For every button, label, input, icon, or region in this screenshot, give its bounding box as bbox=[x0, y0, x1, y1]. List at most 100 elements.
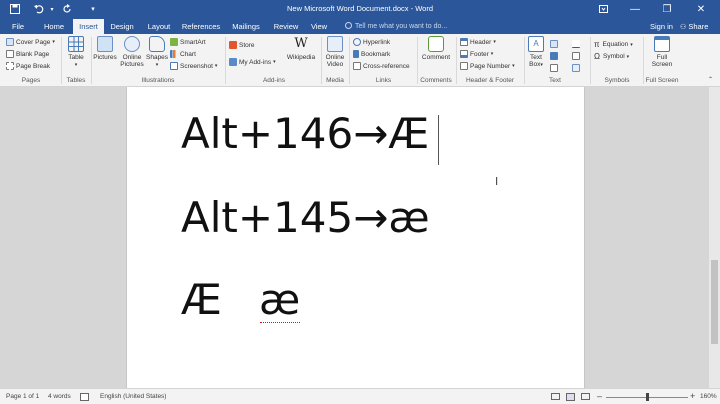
hyperlink-icon bbox=[353, 38, 361, 46]
page-number-label: Page Number bbox=[470, 62, 511, 70]
online-video-label-2: Video bbox=[326, 61, 344, 68]
tell-me-placeholder: Tell me what you want to do... bbox=[355, 23, 448, 30]
table-label: Table bbox=[68, 54, 84, 61]
person-icon: ⚇ bbox=[680, 24, 687, 31]
drop-cap-icon[interactable] bbox=[550, 64, 560, 72]
tab-references[interactable]: References bbox=[180, 19, 222, 34]
smartart-label: SmartArt bbox=[180, 38, 206, 46]
online-video-icon bbox=[327, 36, 343, 52]
pi-icon: π bbox=[594, 40, 600, 49]
online-video-button[interactable]: Online Video bbox=[322, 36, 348, 68]
store-label: Store bbox=[239, 41, 255, 49]
bookmark-button[interactable]: Bookmark bbox=[353, 50, 390, 58]
close-button[interactable]: ✕ bbox=[690, 1, 712, 17]
document-line-3-lower: æ bbox=[259, 275, 301, 324]
comment-label: Comment bbox=[421, 54, 451, 61]
group-label-pages: Pages bbox=[21, 77, 41, 84]
chart-button[interactable]: Chart bbox=[170, 50, 196, 58]
tab-home[interactable]: Home bbox=[40, 19, 68, 34]
zoom-in-icon[interactable]: + bbox=[690, 391, 695, 401]
symbol-button[interactable]: Ω Symbol ▾ bbox=[594, 52, 629, 61]
zoom-slider-knob[interactable] bbox=[646, 393, 649, 401]
wikipedia-icon: W bbox=[294, 36, 308, 51]
cross-reference-button[interactable]: Cross-reference bbox=[353, 62, 410, 70]
header-button[interactable]: Header ▾ bbox=[460, 38, 496, 46]
print-layout-icon[interactable] bbox=[566, 393, 575, 401]
document-line-2: Alt+145→æ bbox=[181, 193, 430, 242]
group-separator bbox=[349, 37, 350, 84]
online-pictures-icon bbox=[124, 36, 140, 52]
shapes-button[interactable]: Shapes ▾ bbox=[146, 36, 168, 69]
page-break-button[interactable]: Page Break bbox=[6, 62, 50, 70]
sign-in-link[interactable]: Sign in bbox=[650, 19, 673, 34]
signature-line-icon[interactable] bbox=[572, 40, 582, 48]
tab-insert[interactable]: Insert bbox=[73, 19, 104, 34]
page-break-icon bbox=[6, 62, 14, 70]
tab-mailings[interactable]: Mailings bbox=[228, 19, 264, 34]
wordart-icon[interactable] bbox=[550, 52, 560, 60]
page-number-button[interactable]: Page Number ▾ bbox=[460, 62, 515, 70]
page-count[interactable]: Page 1 of 1 bbox=[6, 393, 39, 400]
group-label-addins: Add-ins bbox=[262, 77, 286, 84]
footer-label: Footer bbox=[470, 50, 489, 58]
language-indicator[interactable]: English (United States) bbox=[100, 393, 166, 400]
text-box-button[interactable]: A Text Box▾ bbox=[526, 36, 546, 69]
blank-page-button[interactable]: Blank Page bbox=[6, 50, 49, 58]
ribbon-display-icon[interactable] bbox=[596, 1, 610, 17]
my-addins-button[interactable]: My Add-ins ▾ bbox=[229, 58, 276, 66]
window-title: New Microsoft Word Document.docx - Word bbox=[286, 4, 433, 13]
minimize-button[interactable]: — bbox=[624, 1, 646, 17]
footer-icon bbox=[460, 50, 468, 58]
pictures-button[interactable]: Pictures bbox=[93, 36, 117, 61]
collapse-ribbon-icon[interactable]: ⌃ bbox=[708, 76, 713, 83]
zoom-out-icon[interactable]: – bbox=[597, 391, 602, 401]
read-mode-icon[interactable] bbox=[551, 393, 560, 400]
scrollbar-thumb[interactable] bbox=[711, 260, 718, 344]
footer-button[interactable]: Footer ▾ bbox=[460, 50, 493, 58]
restore-button[interactable]: ❐ bbox=[656, 1, 678, 17]
ribbon: Cover Page ▾ Blank Page Page Break Pages … bbox=[0, 34, 720, 87]
ribbon-tabs: File Home Insert Design Layout Reference… bbox=[0, 19, 720, 34]
group-separator bbox=[61, 37, 62, 84]
tab-file[interactable]: File bbox=[4, 19, 32, 34]
cover-page-button[interactable]: Cover Page ▾ bbox=[6, 38, 55, 46]
cover-page-icon bbox=[6, 38, 14, 46]
store-button[interactable]: Store bbox=[229, 41, 255, 49]
quick-parts-icon[interactable] bbox=[550, 40, 560, 48]
tab-view[interactable]: View bbox=[306, 19, 332, 34]
tab-review[interactable]: Review bbox=[270, 19, 302, 34]
tell-me-box[interactable]: Tell me what you want to do... bbox=[345, 19, 447, 34]
document-page[interactable]: Alt+146→Æ Alt+145→æ Æ æ bbox=[126, 87, 585, 388]
pictures-label: Pictures bbox=[93, 54, 117, 61]
zoom-level[interactable]: 160% bbox=[700, 393, 717, 400]
screenshot-label: Screenshot bbox=[180, 62, 213, 70]
online-video-label-1: Online bbox=[325, 54, 345, 61]
online-pictures-button[interactable]: Online Pictures bbox=[119, 36, 145, 68]
tab-layout[interactable]: Layout bbox=[143, 19, 175, 34]
web-layout-icon[interactable] bbox=[581, 393, 590, 400]
text-box-icon: A bbox=[528, 36, 544, 52]
full-screen-button[interactable]: Full Screen bbox=[648, 36, 676, 68]
share-button[interactable]: ⚇ Share bbox=[680, 19, 708, 35]
wikipedia-button[interactable]: W Wikipedia bbox=[284, 36, 318, 61]
group-separator bbox=[91, 37, 92, 84]
pictures-icon bbox=[97, 36, 113, 52]
equation-button[interactable]: π Equation ▾ bbox=[594, 40, 633, 49]
table-button[interactable]: Table ▾ bbox=[64, 36, 88, 69]
group-separator bbox=[524, 37, 525, 84]
word-count[interactable]: 4 words bbox=[48, 393, 71, 400]
smartart-button[interactable]: SmartArt bbox=[170, 38, 206, 46]
vertical-scrollbar[interactable] bbox=[709, 87, 720, 388]
tab-design[interactable]: Design bbox=[107, 19, 137, 34]
date-time-icon[interactable] bbox=[572, 52, 582, 60]
screenshot-button[interactable]: Screenshot ▾ bbox=[170, 62, 217, 70]
ibeam-cursor-icon: I bbox=[495, 175, 499, 188]
symbol-label: Symbol bbox=[602, 53, 625, 60]
object-icon[interactable] bbox=[572, 64, 582, 72]
chart-icon bbox=[170, 50, 178, 58]
hyperlink-button[interactable]: Hyperlink bbox=[353, 38, 390, 46]
comment-button[interactable]: Comment bbox=[419, 36, 453, 61]
proofing-icon[interactable] bbox=[80, 393, 89, 401]
my-addins-icon bbox=[229, 58, 237, 66]
text-box-label-1: Text bbox=[530, 54, 542, 61]
